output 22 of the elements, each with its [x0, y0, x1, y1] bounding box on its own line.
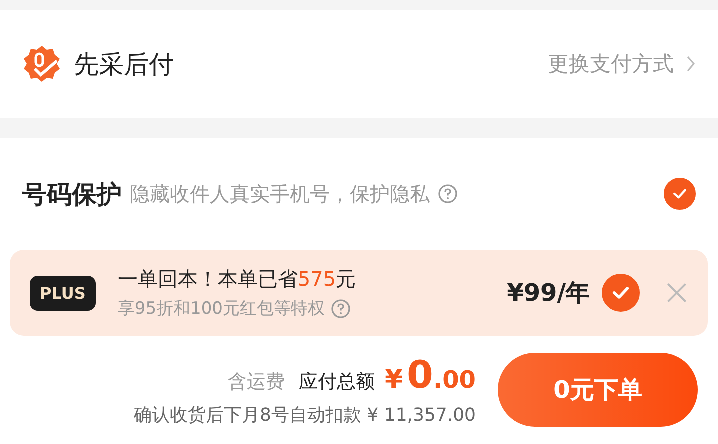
savings-headline: 一单回本！本单已省575元 — [118, 266, 356, 293]
close-icon[interactable] — [666, 282, 688, 304]
total-label: 应付总额 — [298, 370, 375, 395]
checkbox[interactable] — [602, 274, 640, 312]
deferred-payment-note: 确认收货后下月8号自动扣款 ¥ 11,357.00 — [134, 404, 476, 427]
total-amount: 0 — [407, 353, 434, 397]
membership-badge: PLUS — [30, 276, 96, 310]
chevron-right-icon — [686, 55, 696, 73]
payment-method-title: 先采后付 — [74, 48, 174, 80]
change-payment-link[interactable]: 更换支付方式 — [548, 50, 696, 78]
number-protection-description: 隐藏收件人真实手机号，保护隐私 — [130, 180, 430, 208]
help-icon[interactable] — [330, 298, 351, 318]
membership-price: ¥99/年 — [507, 278, 590, 309]
benefits-text: 享95折和100元红包等特权 — [118, 298, 325, 320]
submit-order-button[interactable]: 0元下单 — [498, 353, 698, 427]
badge-check-icon — [22, 44, 62, 84]
total-decimal: .00 — [433, 366, 476, 394]
currency-symbol: ¥ — [384, 365, 404, 395]
shipping-note: 含运费 — [228, 370, 285, 395]
help-icon[interactable] — [438, 184, 458, 204]
number-protection-title: 号码保护 — [22, 178, 122, 210]
checkbox[interactable] — [664, 178, 696, 210]
